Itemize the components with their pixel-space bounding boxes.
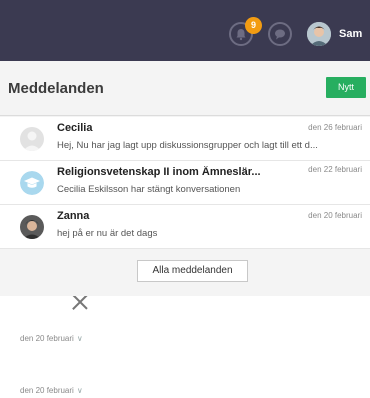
user-name[interactable]: Sam [339,28,362,40]
graduation-cap-icon [20,171,44,195]
background-date-1: den 20 februari ∨ [20,334,83,343]
user-avatar[interactable] [307,22,331,46]
panel-title: Meddelanden [8,80,104,97]
background-date-text: den 20 februari [20,386,74,395]
message-item-zanna[interactable]: Zanna den 20 februari hej på er nu är de… [0,205,370,249]
notification-badge: 9 [245,17,262,34]
message-date: den 20 februari [308,211,362,220]
message-date: den 22 februari [308,165,362,174]
message-snippet: hej på er nu är det dags [57,228,158,239]
message-sender: Cecilia [57,122,93,134]
message-sender: Zanna [57,210,90,222]
message-date: den 26 februari [308,123,362,132]
background-date-text: den 20 februari [20,334,74,343]
avatar [20,215,44,239]
message-item-cecilia[interactable]: Cecilia den 26 februari Hej, Nu har jag … [0,117,370,161]
messages-panel: Meddelanden Nytt Cecilia den 26 februari… [0,61,370,296]
top-navigation-bar: 9 Sam [0,0,370,61]
all-messages-button[interactable]: Alla meddelanden [137,260,248,282]
background-date-2: den 20 februari ∨ [20,386,83,395]
panel-footer: Alla meddelanden [0,249,370,296]
panel-header: Meddelanden Nytt [0,61,370,116]
message-snippet: Hej, Nu har jag lagt upp diskussionsgrup… [57,140,318,151]
avatar [20,127,44,151]
message-sender: Religionsvetenskap II inom Ämneslär... [57,166,261,178]
message-snippet: Cecilia Eskilsson har stängt konversatio… [57,184,241,195]
chevron-down-icon[interactable]: ∨ [77,334,83,343]
message-item-course[interactable]: Religionsvetenskap II inom Ämneslär... d… [0,161,370,205]
chat-icon[interactable] [268,22,292,46]
new-message-button[interactable]: Nytt [326,77,366,98]
chevron-down-icon[interactable]: ∨ [77,386,83,395]
